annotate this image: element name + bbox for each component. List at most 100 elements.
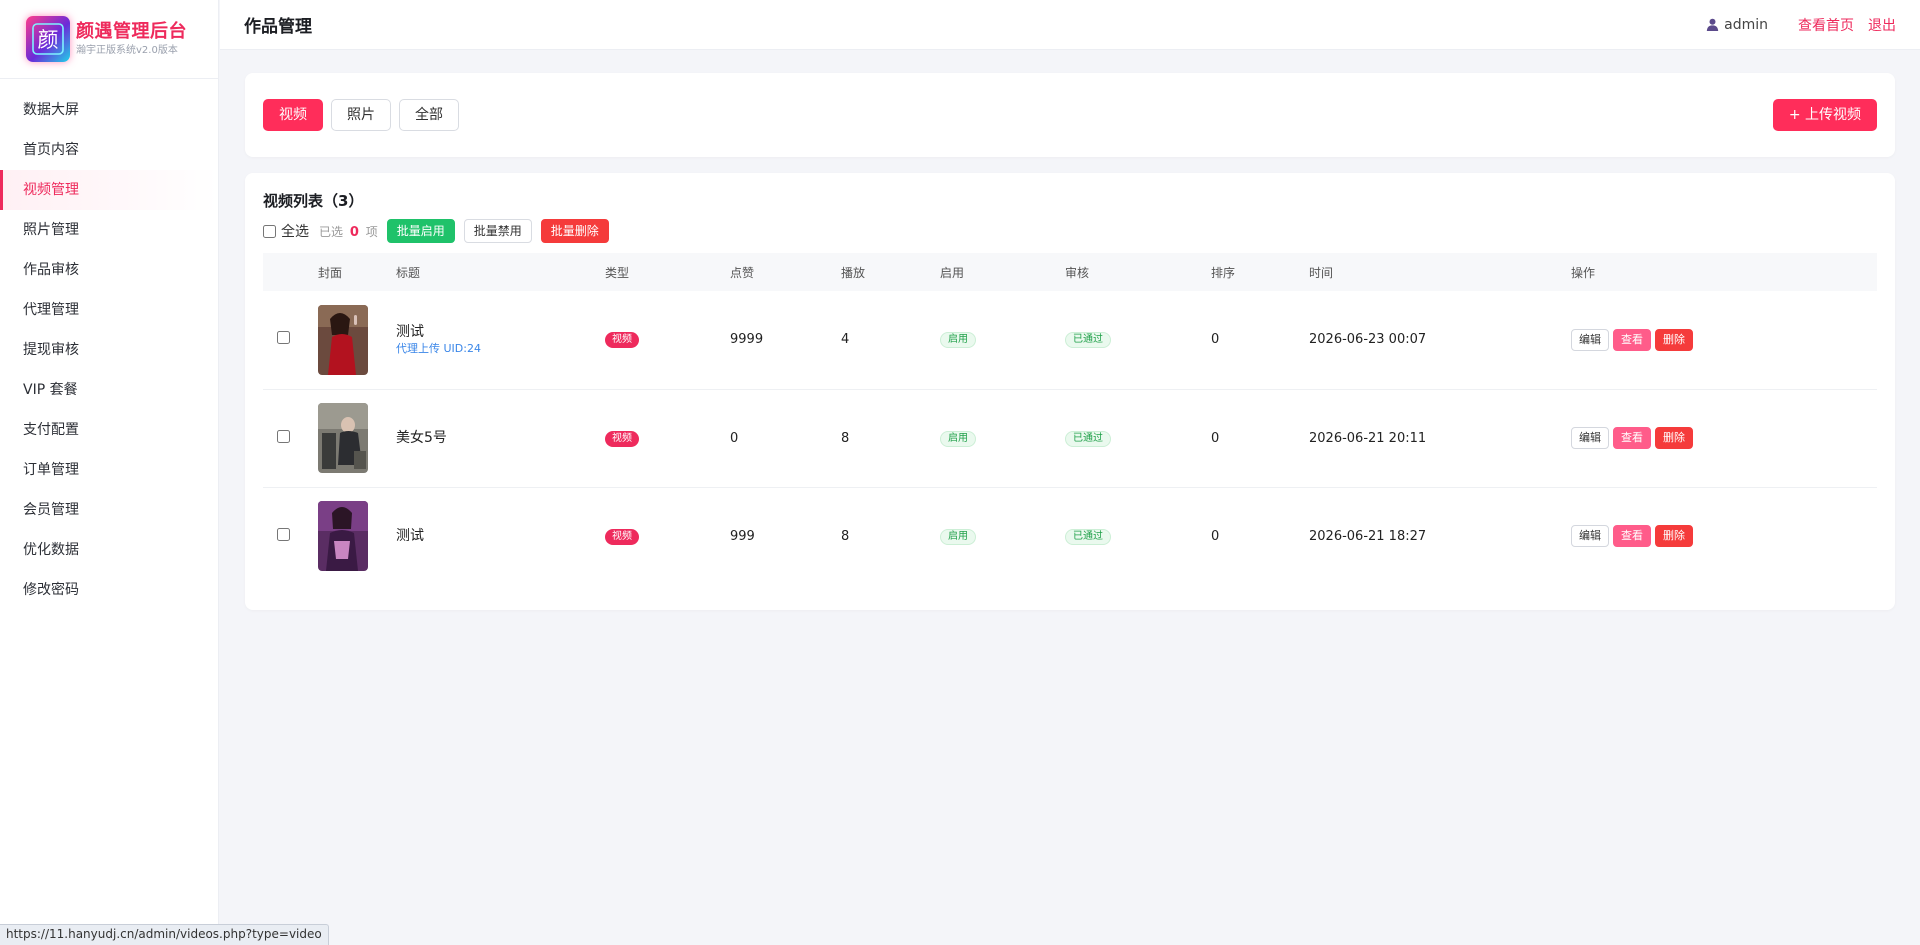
type-badge: 视频 [605,528,639,545]
col-cover: 封面 [318,265,343,280]
cover-thumbnail[interactable] [318,403,368,473]
filter-photo-button[interactable]: 照片 [331,99,391,131]
row-time: 2026-06-21 18:27 [1309,528,1427,544]
video-table: 封面 标题 类型 点赞 播放 启用 审核 排序 时间 操作 测试 代理上传 UI… [263,253,1877,585]
sidebar-item-dashboard[interactable]: 数据大屏 [0,90,218,130]
view-button[interactable]: 查看 [1613,427,1651,449]
col-plays: 播放 [841,265,866,280]
row-uploader[interactable]: 代理上传 UID:24 [396,342,605,356]
row-checkbox[interactable] [277,429,290,443]
sidebar-item-withdraw-review[interactable]: 提现审核 [0,330,218,370]
brand[interactable]: 颜 颜遇管理后台 瀚宇正版系统v2.0版本 [0,0,218,79]
review-badge: 已通过 [1065,430,1111,447]
filter-all-button[interactable]: 全部 [399,99,459,131]
col-review: 审核 [1065,265,1090,280]
row-sort: 0 [1211,332,1220,348]
row-time: 2026-06-21 20:11 [1309,430,1427,446]
status-url: https://11.hanyudj.cn/admin/videos.php?t… [0,924,329,945]
filter-video-button[interactable]: 视频 [263,99,323,131]
row-plays: 8 [841,528,850,544]
sidebar-item-member-management[interactable]: 会员管理 [0,490,218,530]
cover-thumbnail[interactable] [318,501,368,572]
brand-subtitle: 瀚宇正版系统v2.0版本 [76,45,178,56]
row-title: 测试 [396,323,424,340]
row-title: 测试 [396,527,424,544]
row-plays: 8 [841,430,850,446]
page-title: 作品管理 [244,17,312,37]
row-checkbox[interactable] [277,331,290,345]
sidebar-nav: 数据大屏 首页内容 视频管理 照片管理 作品审核 代理管理 提现审核 VIP 套… [0,79,218,610]
view-homepage-link[interactable]: 查看首页 [1798,15,1854,35]
list-title: 视频列表（3） [263,192,364,210]
sidebar: 颜 颜遇管理后台 瀚宇正版系统v2.0版本 数据大屏 首页内容 视频管理 照片管… [0,0,219,945]
filter-card: 视频 照片 全部 + 上传视频 [245,73,1895,157]
current-user: admin [1706,17,1768,33]
col-type: 类型 [605,265,630,280]
batch-toolbar: 全选 已选 0 项 批量启用 批量禁用 批量删除 [263,219,1877,243]
select-all[interactable]: 全选 [263,221,309,241]
enabled-badge[interactable]: 启用 [940,332,976,349]
table-row: 测试 代理上传 UID:24 视频 9999 4 启用 已通过 0 2026-0… [263,291,1877,389]
delete-button[interactable]: 删除 [1655,328,1693,351]
upload-video-button[interactable]: + 上传视频 [1772,99,1877,131]
col-time: 时间 [1309,265,1334,280]
edit-button[interactable]: 编辑 [1571,427,1609,449]
row-sort: 0 [1211,430,1220,446]
select-all-checkbox[interactable] [263,224,276,238]
cover-thumbnail[interactable] [318,304,368,375]
select-all-label: 全选 [281,224,309,240]
sidebar-item-agent-management[interactable]: 代理管理 [0,290,218,330]
selected-prefix: 已选 [319,224,344,239]
row-plays: 4 [841,332,850,348]
table-row: 美女5号 视频 0 8 启用 已通过 0 2026-06-21 20:11 编辑… [263,389,1877,487]
selected-count: 0 [349,224,359,240]
type-badge: 视频 [605,430,639,447]
row-title: 美女5号 [396,429,447,446]
logout-link[interactable]: 退出 [1868,15,1896,35]
row-likes: 9999 [730,332,764,348]
delete-button[interactable]: 删除 [1655,427,1693,449]
svg-text:颜: 颜 [38,28,59,52]
top-header: 作品管理 admin 查看首页 退出 [220,0,1920,50]
user-name: admin [1724,16,1768,33]
col-enabled: 启用 [940,265,965,280]
batch-enable-button[interactable]: 批量启用 [386,219,455,243]
type-badge: 视频 [605,332,639,349]
table-header: 封面 标题 类型 点赞 播放 启用 审核 排序 时间 操作 [263,253,1877,291]
table-row: 测试 视频 999 8 启用 已通过 0 2026-06-21 18:27 编辑… [263,487,1877,585]
edit-button[interactable]: 编辑 [1571,525,1609,548]
selected-info: 已选 0 项 [319,223,378,240]
row-time: 2026-06-23 00:07 [1309,332,1427,348]
enabled-badge[interactable]: 启用 [940,430,976,447]
col-title: 标题 [396,265,421,280]
edit-button[interactable]: 编辑 [1571,328,1609,351]
sidebar-item-work-review[interactable]: 作品审核 [0,250,218,290]
enabled-badge[interactable]: 启用 [940,528,976,545]
review-badge: 已通过 [1065,332,1111,349]
row-checkbox[interactable] [277,527,290,541]
sidebar-item-payment-config[interactable]: 支付配置 [0,410,218,450]
col-sort: 排序 [1211,265,1236,280]
col-likes: 点赞 [730,265,755,280]
batch-disable-button[interactable]: 批量禁用 [463,219,532,243]
sidebar-item-home-content[interactable]: 首页内容 [0,130,218,170]
row-likes: 0 [730,430,739,446]
delete-button[interactable]: 删除 [1655,525,1693,548]
row-sort: 0 [1211,528,1220,544]
brand-title: 颜遇管理后台 [76,21,187,42]
sidebar-item-change-password[interactable]: 修改密码 [0,570,218,610]
video-list-card: 视频列表（3） 全选 已选 0 项 批量启用 批量禁用 批量删除 封面 标题 类… [245,173,1895,610]
sidebar-item-video-management[interactable]: 视频管理 [0,170,218,210]
sidebar-item-optimize-data[interactable]: 优化数据 [0,530,218,570]
sidebar-item-vip-plans[interactable]: VIP 套餐 [0,370,218,410]
view-button[interactable]: 查看 [1613,525,1651,548]
sidebar-item-photo-management[interactable]: 照片管理 [0,210,218,250]
col-actions: 操作 [1571,265,1596,280]
view-button[interactable]: 查看 [1613,328,1651,351]
selected-suffix: 项 [365,224,378,239]
batch-delete-button[interactable]: 批量删除 [540,219,609,243]
user-icon [1706,18,1719,31]
review-badge: 已通过 [1065,528,1111,545]
brand-logo-icon: 颜 [26,16,70,62]
sidebar-item-order-management[interactable]: 订单管理 [0,450,218,490]
